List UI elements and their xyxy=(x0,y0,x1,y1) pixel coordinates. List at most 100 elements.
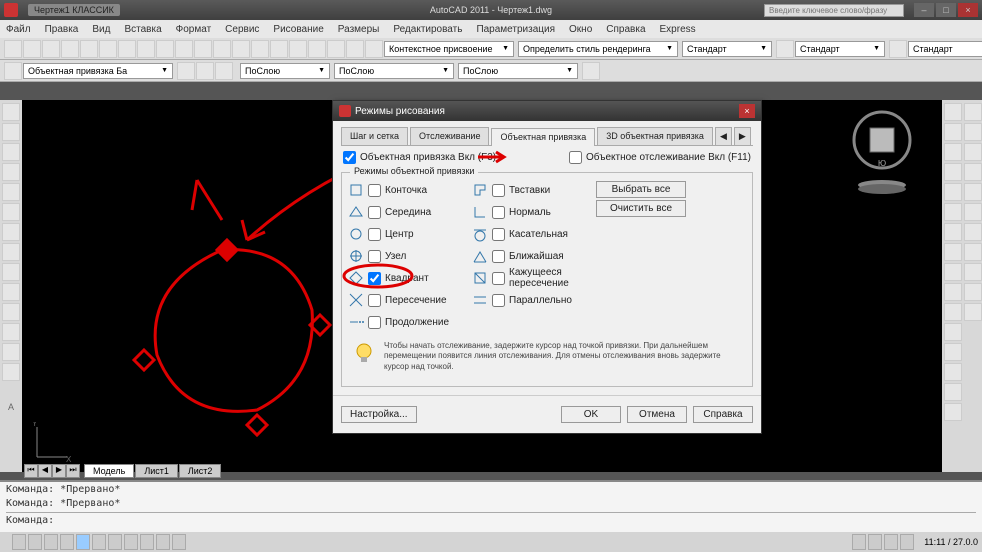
table-icon[interactable] xyxy=(2,323,20,341)
status-button[interactable] xyxy=(884,534,898,550)
nav-bar-icon[interactable] xyxy=(852,175,912,205)
ellipse-icon[interactable] xyxy=(2,243,20,261)
tab-scroll-left[interactable]: ◀ xyxy=(715,127,732,145)
tool-icon[interactable] xyxy=(964,163,982,181)
tool-icon[interactable] xyxy=(964,103,982,121)
otrack-on-checkbox[interactable]: Объектное отслеживание Вкл (F11) xyxy=(569,150,751,164)
select-all-button[interactable]: Выбрать все xyxy=(596,181,686,198)
osnap-on-checkbox[interactable]: Объектная привязка Вкл (F3) xyxy=(343,150,496,164)
hatch-icon[interactable] xyxy=(2,263,20,281)
tab-layout1[interactable]: Лист1 xyxy=(135,464,178,478)
model-toggle[interactable] xyxy=(172,534,186,550)
undo-icon[interactable] xyxy=(137,40,155,58)
snap-node[interactable]: Узел xyxy=(368,250,406,263)
trim-icon[interactable] xyxy=(944,283,962,301)
ortho-toggle[interactable] xyxy=(44,534,58,550)
ok-button[interactable]: OK xyxy=(561,406,621,423)
markup-icon[interactable] xyxy=(327,40,345,58)
tool-icon[interactable] xyxy=(964,243,982,261)
scale-icon[interactable] xyxy=(944,243,962,261)
snap-parallel[interactable]: Параллельно xyxy=(492,294,572,307)
help-icon[interactable] xyxy=(365,40,383,58)
tool-icon[interactable] xyxy=(964,303,982,321)
snap-quadrant[interactable]: Квадрант xyxy=(368,272,429,285)
clear-all-button[interactable]: Очистить все xyxy=(596,200,686,217)
tab-first-icon[interactable]: ⏮ xyxy=(24,464,38,478)
save-icon[interactable] xyxy=(42,40,60,58)
infocenter-search[interactable] xyxy=(764,4,904,17)
polar-toggle[interactable] xyxy=(60,534,74,550)
menu-window[interactable]: Окно xyxy=(569,24,592,35)
snap-extension[interactable]: Продолжение xyxy=(368,316,449,329)
join-icon[interactable] xyxy=(944,343,962,361)
osnap-toggle[interactable] xyxy=(76,534,90,550)
menu-tools[interactable]: Сервис xyxy=(225,24,259,35)
layer-state-icon[interactable] xyxy=(177,62,195,80)
tool-icon[interactable] xyxy=(964,263,982,281)
qp-toggle[interactable] xyxy=(156,534,170,550)
design-center-icon[interactable] xyxy=(270,40,288,58)
region-icon[interactable] xyxy=(2,363,20,381)
extend-icon[interactable] xyxy=(944,303,962,321)
viewcube[interactable]: Ю xyxy=(852,110,912,170)
tool-icon[interactable] xyxy=(964,223,982,241)
move-icon[interactable] xyxy=(944,203,962,221)
text-icon[interactable] xyxy=(2,343,20,361)
snap-toggle[interactable] xyxy=(12,534,26,550)
paste-icon[interactable] xyxy=(118,40,136,58)
point-icon[interactable] xyxy=(2,283,20,301)
model-viewport[interactable]: Ю Y X Режимы рисования × Шаг и сетка xyxy=(22,100,942,472)
snap-apparent[interactable]: Кажущееся пересечение xyxy=(492,267,596,289)
tab-polar[interactable]: Отслеживание xyxy=(410,127,489,145)
layer-props-icon[interactable] xyxy=(4,62,22,80)
mirror-icon[interactable] xyxy=(944,143,962,161)
chamfer-icon[interactable] xyxy=(944,363,962,381)
plot-icon[interactable] xyxy=(61,40,79,58)
tab-snap-grid[interactable]: Шаг и сетка xyxy=(341,127,408,145)
line-icon[interactable] xyxy=(2,103,20,121)
tab-3d-osnap[interactable]: 3D объектная привязка xyxy=(597,127,713,145)
tab-prev-icon[interactable]: ◀ xyxy=(38,464,52,478)
tab-scroll-right[interactable]: ▶ xyxy=(734,127,751,145)
block-icon[interactable] xyxy=(2,303,20,321)
otrack-toggle[interactable] xyxy=(92,534,106,550)
properties-icon[interactable] xyxy=(251,40,269,58)
text-style-dropdown[interactable]: Стандарт▼ xyxy=(682,41,772,57)
menu-modify[interactable]: Редактировать xyxy=(393,24,462,35)
array-icon[interactable] xyxy=(944,183,962,201)
options-button[interactable]: Настройка... xyxy=(341,406,417,423)
maximize-button[interactable]: □ xyxy=(936,3,956,17)
toolbar-button[interactable] xyxy=(889,40,907,58)
snap-tangent[interactable]: Касательная xyxy=(492,228,568,241)
offset-icon[interactable] xyxy=(944,163,962,181)
color-dropdown[interactable]: ПоСлою▼ xyxy=(240,63,330,79)
rectangle-icon[interactable] xyxy=(2,163,20,181)
tool-icon[interactable] xyxy=(964,183,982,201)
snap-endpoint[interactable]: Конточка xyxy=(368,184,427,197)
visual-style-dropdown[interactable]: Определить стиль рендеринга▼ xyxy=(518,41,678,57)
layer-prev-icon[interactable] xyxy=(215,62,233,80)
redo-icon[interactable] xyxy=(156,40,174,58)
annotation-scale-dropdown[interactable]: Контекстное присвоение▼ xyxy=(384,41,514,57)
zoom-window-icon[interactable] xyxy=(213,40,231,58)
tab-layout2[interactable]: Лист2 xyxy=(179,464,222,478)
help-button[interactable]: Справка xyxy=(693,406,753,423)
copy-obj-icon[interactable] xyxy=(944,123,962,141)
tool-icon[interactable] xyxy=(964,143,982,161)
dim-style-dropdown[interactable]: Стандарт▼ xyxy=(795,41,885,57)
status-button[interactable] xyxy=(900,534,914,550)
menu-format[interactable]: Формат xyxy=(176,24,212,35)
menu-dimension[interactable]: Размеры xyxy=(338,24,380,35)
break-icon[interactable] xyxy=(944,323,962,341)
explode-icon[interactable] xyxy=(944,403,962,421)
calc-icon[interactable] xyxy=(346,40,364,58)
snap-insert[interactable]: Твставки xyxy=(492,184,550,197)
spline-icon[interactable] xyxy=(2,223,20,241)
byblock-icon[interactable] xyxy=(582,62,600,80)
stretch-icon[interactable] xyxy=(944,263,962,281)
rotate-icon[interactable] xyxy=(944,223,962,241)
menu-parametric[interactable]: Параметризация xyxy=(476,24,555,35)
status-button[interactable] xyxy=(868,534,882,550)
menu-draw[interactable]: Рисование xyxy=(273,24,323,35)
open-icon[interactable] xyxy=(23,40,41,58)
